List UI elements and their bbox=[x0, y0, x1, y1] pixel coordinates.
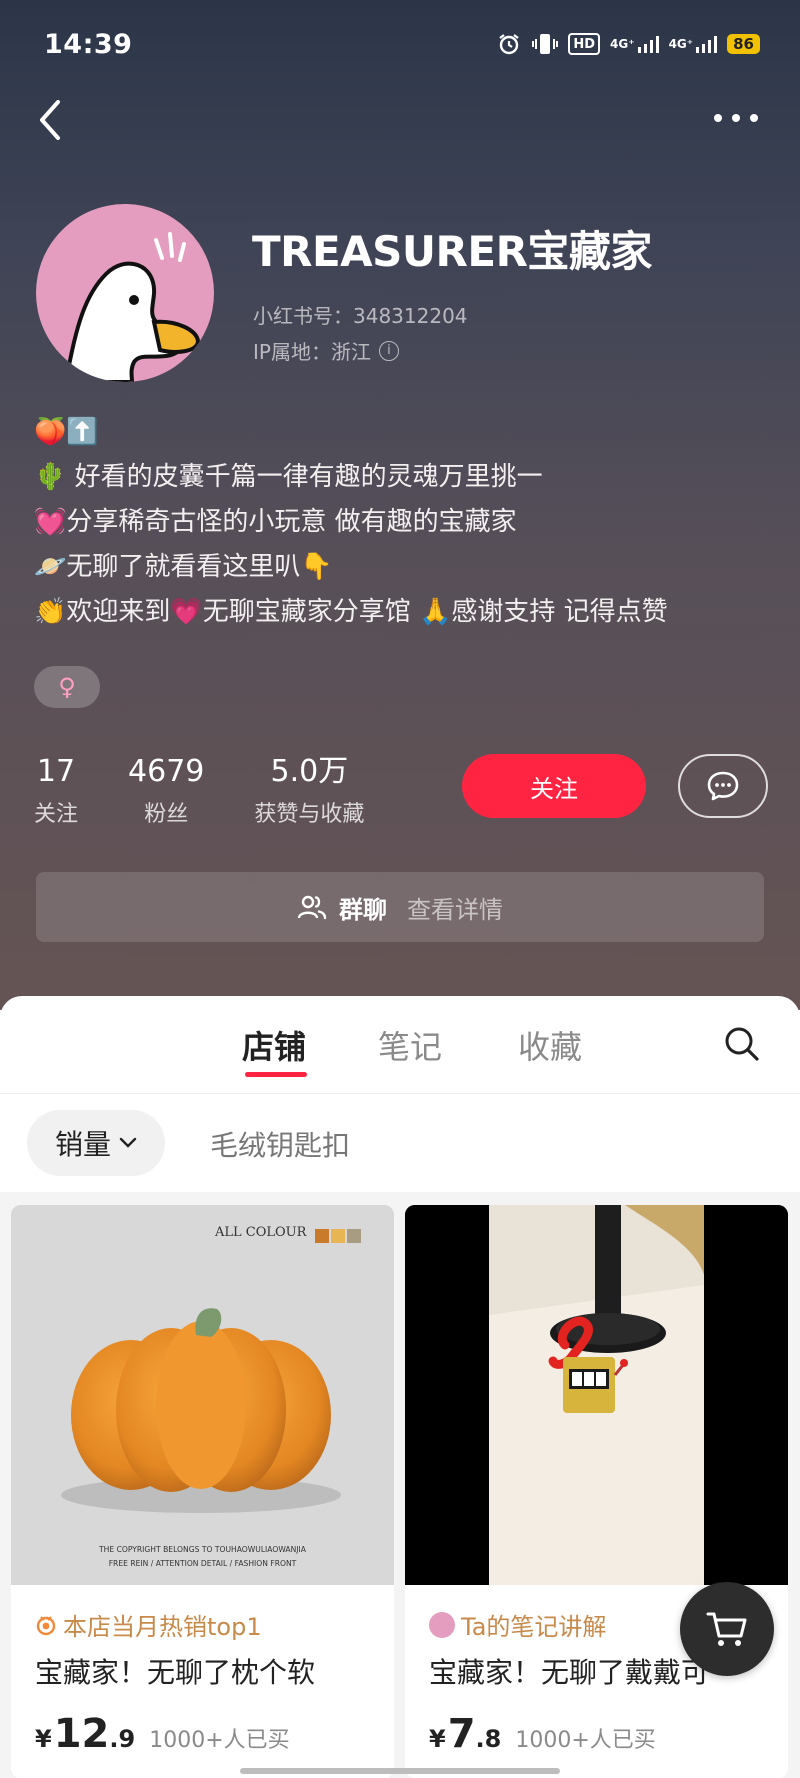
badge-text: 本店当月热销top1 bbox=[63, 1613, 262, 1641]
hot-sale-icon bbox=[36, 1615, 56, 1635]
battery-indicator: 86 bbox=[727, 34, 760, 54]
duck-avatar-icon bbox=[63, 232, 201, 382]
more-dots-icon bbox=[714, 114, 758, 122]
slot-machine-keychain-image bbox=[405, 1205, 788, 1585]
status-bar: 14:39 HD 4G⁺ 4G⁺ 86 bbox=[44, 26, 760, 62]
price-integer: 7 bbox=[447, 1711, 476, 1757]
tab-collections[interactable]: 收藏 bbox=[518, 1022, 582, 1068]
sold-count: 1000+人已买 bbox=[149, 1728, 290, 1753]
stat-label: 关注 bbox=[34, 802, 79, 827]
product-card[interactable]: Ta的笔记讲解 宝藏家！无聊了戴戴可 ¥ 7 .8 1000+人已买 bbox=[405, 1205, 788, 1778]
tab-bar: 店铺 笔记 收藏 bbox=[0, 996, 800, 1094]
price-currency: ¥ bbox=[35, 1725, 52, 1753]
pumpkin-pillow-image bbox=[11, 1205, 394, 1585]
product-title: 宝藏家！无聊了枕个软 bbox=[35, 1656, 316, 1689]
signal-4g-icon: 4G⁺ bbox=[610, 32, 659, 56]
chevron-left-icon bbox=[40, 100, 60, 140]
bio-line: 🪐无聊了就看看这里叭👇 bbox=[34, 552, 333, 582]
female-icon: ♀ bbox=[58, 673, 76, 701]
image-caption-bottom: THE COPYRIGHT BELONGS TO TOUHAOWULIAOWAN… bbox=[99, 1545, 306, 1554]
bio-line: 💓分享稀奇古怪的小玩意 做有趣的宝藏家 bbox=[34, 507, 517, 537]
status-icons: HD 4G⁺ 4G⁺ 86 bbox=[496, 32, 760, 56]
group-chat-bar[interactable]: 群聊 查看详情 bbox=[36, 872, 764, 942]
bio-line: 🍑⬆️ bbox=[34, 417, 99, 447]
stat-label: 粉丝 bbox=[144, 802, 189, 827]
product-badge: 本店当月热销top1 bbox=[35, 1607, 262, 1642]
chevron-down-icon bbox=[119, 1137, 137, 1148]
ip-location-text: IP属地：浙江 bbox=[253, 340, 371, 364]
price-decimal: .8 bbox=[475, 1725, 502, 1753]
stat-following[interactable]: 17 关注 bbox=[34, 752, 78, 828]
alarm-icon bbox=[496, 32, 522, 56]
product-price: ¥ 12 .9 1000+人已买 bbox=[35, 1711, 290, 1757]
follow-button[interactable]: 关注 bbox=[462, 754, 646, 818]
search-button[interactable] bbox=[722, 1024, 762, 1064]
stat-value: 5.0万 bbox=[270, 754, 349, 789]
group-chat-title: 群聊 bbox=[339, 895, 387, 924]
product-image bbox=[405, 1205, 788, 1585]
profile-name: TREASURER宝藏家 bbox=[252, 227, 652, 276]
cart-button[interactable] bbox=[680, 1582, 774, 1676]
badge-text: Ta的笔记讲解 bbox=[461, 1613, 607, 1641]
stat-value: 17 bbox=[36, 754, 76, 789]
stat-value: 4679 bbox=[128, 754, 205, 789]
avatar[interactable] bbox=[36, 204, 214, 382]
more-button[interactable] bbox=[712, 104, 760, 132]
filter-tag-plush-keychain[interactable]: 毛绒钥匙扣 bbox=[210, 1124, 350, 1164]
network-label: 4G⁺ bbox=[668, 37, 694, 51]
status-time: 14:39 bbox=[44, 28, 133, 60]
ip-location: IP属地：浙江 i bbox=[253, 336, 399, 365]
stat-likes[interactable]: 5.0万 获赞与收藏 bbox=[254, 752, 364, 828]
stat-label: 获赞与收藏 bbox=[254, 802, 365, 827]
product-card[interactable]: ALL COLOUR THE COPYRIGHT BELONGS TO TOUH… bbox=[11, 1205, 394, 1778]
profile-id: 小红书号：348312204 bbox=[253, 304, 468, 328]
signal-4g-icon: 4G⁺ bbox=[669, 32, 718, 56]
hd-icon: HD bbox=[568, 33, 601, 55]
network-label: 4G⁺ bbox=[610, 37, 635, 51]
gender-badge: ♀ bbox=[34, 666, 100, 708]
price-decimal: .9 bbox=[109, 1725, 136, 1753]
group-chat-detail: 查看详情 bbox=[407, 895, 503, 924]
tab-notes[interactable]: 笔记 bbox=[378, 1022, 442, 1068]
filter-bar: 销量 毛绒钥匙扣 bbox=[0, 1094, 800, 1192]
message-button[interactable] bbox=[678, 754, 768, 818]
shopping-cart-icon bbox=[706, 1612, 747, 1646]
stat-followers[interactable]: 4679 粉丝 bbox=[128, 752, 204, 828]
chat-bubble-icon bbox=[707, 771, 739, 801]
vibrate-icon bbox=[532, 32, 559, 56]
price-currency: ¥ bbox=[429, 1725, 446, 1753]
tab-shop[interactable]: 店铺 bbox=[242, 1022, 306, 1068]
profile-bio: 🍑⬆️ 🌵 好看的皮囊千篇一律有趣的灵魂万里挑一 💓分享稀奇古怪的小玩意 做有趣… bbox=[34, 410, 774, 635]
info-icon[interactable]: i bbox=[378, 340, 399, 361]
sold-count: 1000+人已买 bbox=[515, 1728, 656, 1753]
bio-line: 👏欢迎来到💗无聊宝藏家分享馆 🙏感谢支持 记得点赞 bbox=[34, 597, 668, 627]
image-caption-bottom: FREE REIN / ATTENTION DETAIL / FASHION F… bbox=[108, 1559, 297, 1568]
profile-stats: 17 关注 4679 粉丝 5.0万 获赞与收藏 bbox=[34, 752, 414, 828]
home-indicator[interactable] bbox=[240, 1768, 560, 1774]
bio-line: 🌵 好看的皮囊千篇一律有趣的灵魂万里挑一 bbox=[34, 462, 543, 492]
product-price: ¥ 7 .8 1000+人已买 bbox=[429, 1711, 656, 1757]
sort-sales-dropdown[interactable]: 销量 bbox=[27, 1110, 165, 1176]
group-users-icon bbox=[297, 895, 327, 920]
product-image: ALL COLOUR THE COPYRIGHT BELONGS TO TOUH… bbox=[11, 1205, 394, 1585]
price-integer: 12 bbox=[53, 1711, 110, 1757]
back-button[interactable] bbox=[34, 96, 70, 144]
duck-mini-avatar-icon bbox=[429, 1611, 455, 1638]
sort-label: 销量 bbox=[54, 1128, 111, 1161]
image-caption-top: ALL COLOUR bbox=[215, 1225, 307, 1240]
profile-header: 14:39 HD 4G⁺ 4G⁺ 86 TREASURER宝藏家 小红书号：34… bbox=[0, 0, 800, 1010]
tab-active-indicator bbox=[245, 1072, 307, 1077]
search-icon bbox=[725, 1027, 759, 1061]
product-badge: Ta的笔记讲解 bbox=[429, 1607, 606, 1642]
